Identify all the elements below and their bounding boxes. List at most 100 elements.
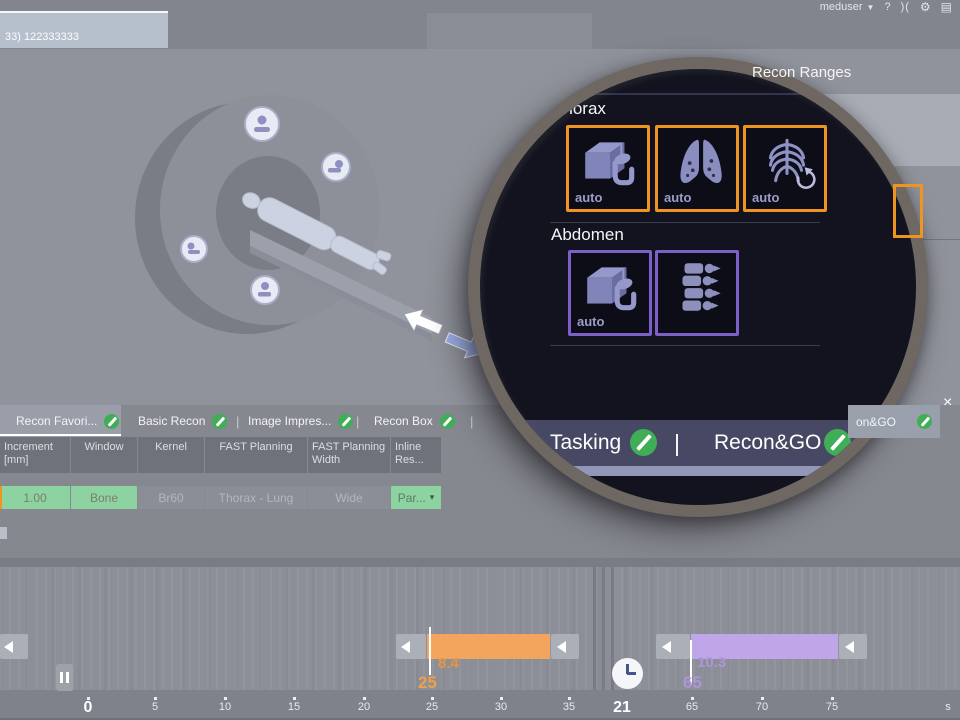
pause-button[interactable] xyxy=(56,664,73,691)
gantry-badge-right[interactable] xyxy=(322,153,350,181)
settings-gear-icon[interactable]: ⚙ xyxy=(920,0,931,14)
tab-recon-go[interactable]: Recon&GO xyxy=(714,431,821,455)
range1-duration: 8.4 xyxy=(438,655,459,672)
user-menu-area: meduser ▼ ? )( ⚙ ▤ xyxy=(820,1,952,13)
recon-button-abdomen-spine[interactable] xyxy=(655,250,739,336)
edit-icon[interactable] xyxy=(212,414,227,429)
patient-tab[interactable]: 33) 122333333 xyxy=(0,13,168,48)
tick-dot xyxy=(293,697,296,700)
gantry-badge-left[interactable] xyxy=(181,236,207,262)
tick-dot xyxy=(500,697,503,700)
timeline-ruler xyxy=(0,690,960,718)
range1-start-marker xyxy=(429,627,431,675)
range2-end-handle[interactable] xyxy=(839,634,867,659)
top-band xyxy=(427,13,592,49)
gantry-badge-top[interactable] xyxy=(245,107,279,141)
range2-start-handle[interactable] xyxy=(656,634,690,659)
lungs-icon xyxy=(668,132,730,190)
range1-start-value: 25 xyxy=(418,673,437,693)
layout-icon[interactable]: ▤ xyxy=(941,0,952,14)
tab-recon-favorites-content[interactable]: Recon Favori... xyxy=(16,405,119,437)
loupe-title-divider xyxy=(540,93,916,95)
timeline-top-strip xyxy=(0,558,960,567)
cell-kernel[interactable]: Br60 xyxy=(138,486,204,509)
tab-separator: | xyxy=(356,405,359,437)
cell-increment[interactable]: 1.00 xyxy=(0,486,70,509)
tick-label: 5 xyxy=(152,701,158,713)
tick-dot xyxy=(363,697,366,700)
tick-label: 65 xyxy=(686,701,698,713)
col-increment: Increment[mm] xyxy=(0,437,70,473)
range2-start-value: 65 xyxy=(683,673,702,693)
recon-table-row: 1.00 Bone Br60 Thorax - Lung Wide Par...… xyxy=(0,486,441,509)
tick-label: 70 xyxy=(756,701,768,713)
wait-clock-icon xyxy=(612,658,643,689)
time-unit-label: s xyxy=(945,701,951,713)
edit-icon[interactable] xyxy=(630,429,657,456)
tab-tasking[interactable]: Tasking xyxy=(550,431,621,455)
edit-icon[interactable] xyxy=(440,414,455,429)
recon-button-thorax-volume[interactable]: auto xyxy=(566,125,650,212)
edit-icon[interactable] xyxy=(338,414,353,429)
tick-label: 25 xyxy=(426,701,438,713)
close-icon[interactable]: × xyxy=(943,394,952,412)
range1-start-handle[interactable] xyxy=(396,634,426,659)
tick-label: 75 xyxy=(826,701,838,713)
tab-label: Image Impres... xyxy=(248,414,331,428)
tab-recon-go-partial[interactable]: on&GO xyxy=(848,405,940,438)
application-window: meduser ▼ ? )( ⚙ ▤ 33) 122333333 xyxy=(0,0,960,720)
range-handle-left-edge[interactable] xyxy=(0,634,28,659)
cell-inline-results-dropdown[interactable]: Par... ▾ xyxy=(391,486,441,509)
recon-ranges-title: Recon Ranges xyxy=(752,64,851,81)
edit-icon[interactable] xyxy=(917,414,932,429)
scanner-illustration xyxy=(40,55,500,395)
tick-label: 0 xyxy=(84,699,93,717)
tab-separator: | xyxy=(674,430,680,457)
chevron-down-icon: ▼ xyxy=(867,3,875,12)
scroll-notch[interactable] xyxy=(0,527,7,539)
edit-icon[interactable] xyxy=(824,429,851,456)
tab-basic-recon[interactable]: Basic Recon xyxy=(138,405,227,437)
tick-dot xyxy=(224,697,227,700)
cube-organs-icon xyxy=(581,257,643,315)
help-icon[interactable]: ? xyxy=(884,1,890,13)
section-label-thorax: Thorax xyxy=(553,99,606,119)
tick-dot xyxy=(761,697,764,700)
auto-label: auto xyxy=(577,314,604,329)
dropdown-caret-icon: ▾ xyxy=(430,492,435,503)
user-menu[interactable]: meduser ▼ xyxy=(820,1,875,13)
spine-icon xyxy=(668,257,730,315)
cube-organs-icon xyxy=(579,132,641,190)
loupe-tab-strip-edge xyxy=(480,466,916,476)
col-window: Window xyxy=(71,437,137,473)
col-kernel: Kernel xyxy=(138,437,204,473)
gap-seconds-label: 21 xyxy=(613,699,631,717)
col-fast-planning-width: FAST PlanningWidth xyxy=(308,437,390,473)
gantry-badge-bottom[interactable] xyxy=(251,276,279,304)
tab-separator: | xyxy=(470,405,473,437)
recon-button-abdomen-volume[interactable]: auto xyxy=(568,250,652,336)
tick-label: 35 xyxy=(563,701,575,713)
magnifier-loupe: Thorax auto auto xyxy=(468,57,928,517)
cell-window[interactable]: Bone xyxy=(71,486,137,509)
col-inline-results: InlineRes... xyxy=(391,437,441,473)
username: meduser xyxy=(820,1,863,13)
auto-label: auto xyxy=(575,190,602,205)
row-accent-marker xyxy=(0,486,2,509)
cell-fast-planning[interactable]: Thorax - Lung xyxy=(205,486,307,509)
cell-width[interactable]: Wide xyxy=(308,486,390,509)
tick-label: 30 xyxy=(495,701,507,713)
tab-recon-box[interactable]: Recon Box xyxy=(374,405,455,437)
tick-dot xyxy=(691,697,694,700)
range2-duration: 10.3 xyxy=(697,654,726,671)
edit-icon[interactable] xyxy=(104,414,119,429)
tick-label: 20 xyxy=(358,701,370,713)
recon-button-thorax-lung[interactable]: auto xyxy=(655,125,739,212)
tab-image-impression[interactable]: Image Impres... xyxy=(248,405,353,437)
range1-end-handle[interactable] xyxy=(551,634,579,659)
brackets-icon[interactable]: )( xyxy=(901,1,910,13)
tab-separator: | xyxy=(236,405,239,437)
recon-button-thorax-ribcage[interactable]: auto xyxy=(743,125,827,212)
tab-label: Basic Recon xyxy=(138,414,205,428)
recon-range-button-partial[interactable] xyxy=(893,184,923,238)
